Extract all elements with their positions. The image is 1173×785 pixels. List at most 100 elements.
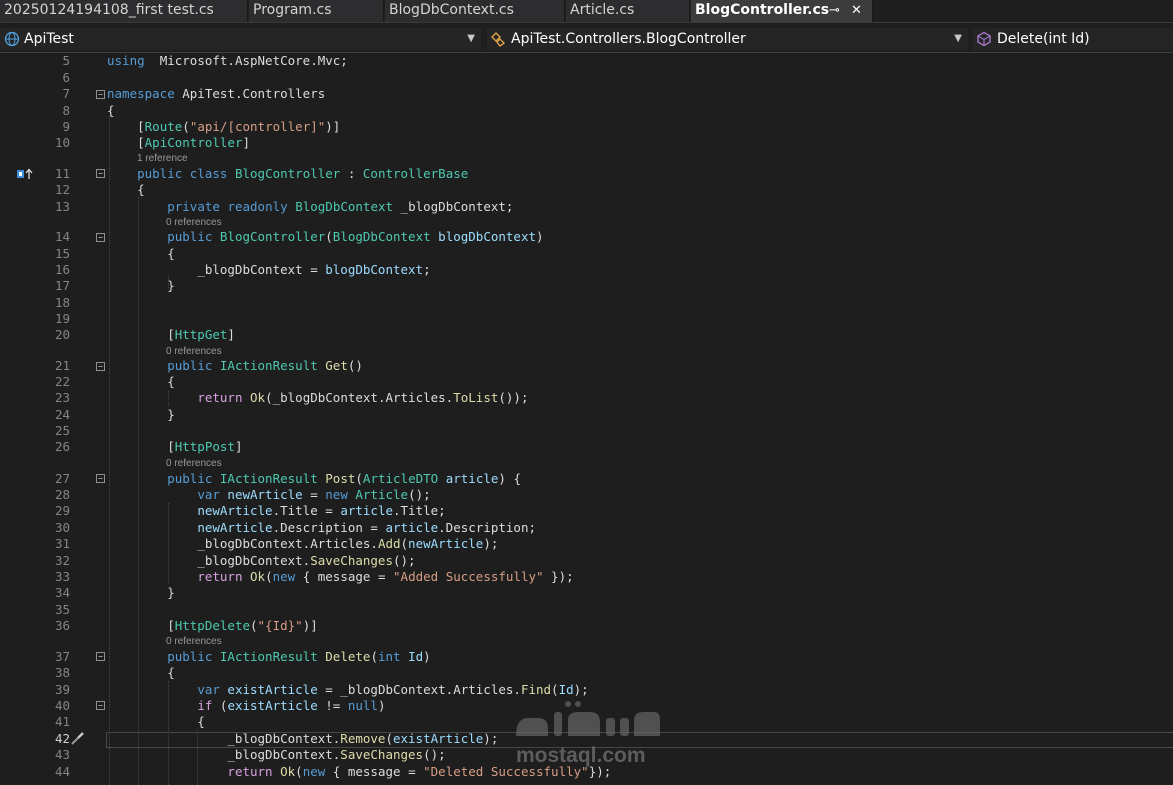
tab-first-test[interactable]: 20250124194108_first test.cs [0, 0, 248, 22]
code-line: 6 [0, 69, 1173, 86]
line-number: 28 [54, 487, 70, 502]
line-number: 43 [54, 747, 70, 762]
code-text: _blogDbContext.Remove(existArticle); [107, 731, 499, 746]
code-line: 20 [HttpGet] [0, 326, 1173, 343]
implementation-glyph-icon[interactable] [16, 168, 34, 180]
tab-blogcontroller[interactable]: BlogController.cs ⊸ ✕ [691, 0, 873, 22]
line-number: 17 [54, 278, 70, 293]
code-line: 19 [0, 310, 1173, 327]
line-number: 12 [54, 182, 70, 197]
collapse-toggle[interactable]: − [96, 90, 105, 99]
code-editor[interactable]: 5 using Microsoft.AspNetCore.Mvc; 6 7 namesp… [0, 53, 1173, 785]
line-number: 20 [54, 327, 70, 342]
mostaql-logo [516, 701, 660, 736]
member-dropdown[interactable]: Delete(int Id) [973, 28, 1173, 50]
line-number: 24 [54, 407, 70, 422]
code-line: 32 _blogDbContext.SaveChanges(); [0, 552, 1173, 569]
type-dropdown[interactable]: ApiTest.Controllers.BlogController ▼ [487, 28, 968, 50]
line-number: 34 [54, 585, 70, 600]
tab-label: BlogDbContext.cs [389, 2, 514, 18]
line-number: 39 [54, 682, 70, 697]
code-text: _blogDbContext.SaveChanges(); [107, 553, 416, 568]
line-number: 42 [54, 731, 70, 746]
code-line: 31 _blogDbContext.Articles.Add(newArticl… [0, 535, 1173, 552]
line-number: 23 [54, 390, 70, 405]
code-text: { [107, 374, 175, 389]
code-line: 34 } [0, 584, 1173, 601]
close-icon[interactable]: ✕ [851, 0, 862, 21]
code-line: 27 public IActionResult Post(ArticleDTO … [0, 470, 1173, 487]
collapse-toggle[interactable]: − [96, 169, 105, 178]
codelens-references[interactable]: 1 reference [137, 153, 188, 164]
code-line: 24 } [0, 406, 1173, 423]
project-name: ApiTest [24, 31, 74, 47]
code-text: public BlogController(BlogDbContext blog… [167, 229, 544, 244]
collapse-toggle[interactable]: − [96, 474, 105, 483]
code-line: 26 [HttpPost] [0, 438, 1173, 455]
code-line: 21 public IActionResult Get() [0, 357, 1173, 374]
code-line: 29 newArticle.Title = article.Title; [0, 502, 1173, 519]
collapse-toggle[interactable]: − [96, 233, 105, 242]
codelens-references[interactable]: 0 references [166, 217, 222, 228]
tab-label: Article.cs [570, 2, 635, 18]
globe-icon [4, 31, 20, 47]
code-line: 5 using Microsoft.AspNetCore.Mvc; [0, 52, 1173, 69]
code-text: using Microsoft.AspNetCore.Mvc; [107, 53, 348, 68]
line-number: 5 [62, 53, 70, 68]
line-number: 21 [54, 358, 70, 373]
code-text: var existArticle = _blogDbContext.Articl… [197, 682, 589, 697]
line-number: 11 [54, 166, 70, 181]
pin-icon[interactable]: ⊸ [829, 0, 840, 21]
line-number: 31 [54, 536, 70, 551]
code-line: 15 { [0, 245, 1173, 262]
code-text: public IActionResult Post(ArticleDTO art… [167, 471, 521, 486]
line-number: 41 [54, 714, 70, 729]
codelens-references[interactable]: 0 references [166, 346, 222, 357]
code-text: return Ok(new { message = "Added Success… [197, 569, 574, 584]
code-text: } [107, 278, 175, 293]
codelens-references[interactable]: 0 references [166, 458, 222, 469]
line-number: 18 [54, 295, 70, 310]
line-number: 7 [62, 86, 70, 101]
code-line: 22 { [0, 373, 1173, 390]
code-text: [HttpPost] [107, 439, 243, 454]
code-line: 12 { [0, 181, 1173, 198]
line-number: 36 [54, 618, 70, 633]
code-line: 23 return Ok(_blogDbContext.Articles.ToL… [0, 389, 1173, 406]
code-line: 25 [0, 422, 1173, 439]
codelens-references[interactable]: 0 references [166, 636, 222, 647]
code-text: [Route("api/[controller]")] [107, 119, 341, 134]
tab-label: BlogController.cs [695, 2, 830, 18]
code-text: _blogDbContext.SaveChanges(); [107, 747, 446, 762]
method-icon [977, 31, 991, 47]
code-text: [ApiController] [107, 135, 251, 150]
tab-article[interactable]: Article.cs [566, 0, 690, 22]
code-line: 16 _blogDbContext = blogDbContext; [0, 261, 1173, 278]
collapse-toggle[interactable]: − [96, 652, 105, 661]
line-number: 13 [54, 199, 70, 214]
class-icon [491, 32, 505, 47]
code-line: 10 [ApiController] [0, 134, 1173, 151]
code-text: newArticle.Title = article.Title; [197, 503, 446, 518]
project-dropdown[interactable]: ApiTest ▼ [0, 28, 481, 50]
tab-blogdbcontext[interactable]: BlogDbContext.cs [385, 0, 565, 22]
line-number: 37 [54, 649, 70, 664]
tab-program[interactable]: Program.cs [249, 0, 384, 22]
collapse-toggle[interactable]: − [96, 362, 105, 371]
code-line: 18 [0, 294, 1173, 311]
code-text: if (existArticle != null) [197, 698, 386, 713]
code-text: { [107, 103, 115, 118]
code-text: public IActionResult Delete(int Id) [167, 649, 431, 664]
code-text: newArticle.Description = article.Descrip… [197, 520, 536, 535]
collapse-toggle[interactable]: − [96, 701, 105, 710]
code-line: 36 [HttpDelete("{Id}")] [0, 617, 1173, 634]
line-number: 25 [54, 423, 70, 438]
line-number: 33 [54, 569, 70, 584]
line-number: 26 [54, 439, 70, 454]
code-text: public IActionResult Get() [167, 358, 363, 373]
line-number: 29 [54, 503, 70, 518]
line-number: 16 [54, 262, 70, 277]
code-line: 30 newArticle.Description = article.Desc… [0, 519, 1173, 536]
line-number: 30 [54, 520, 70, 535]
code-text: public class BlogController : Controller… [137, 166, 469, 181]
